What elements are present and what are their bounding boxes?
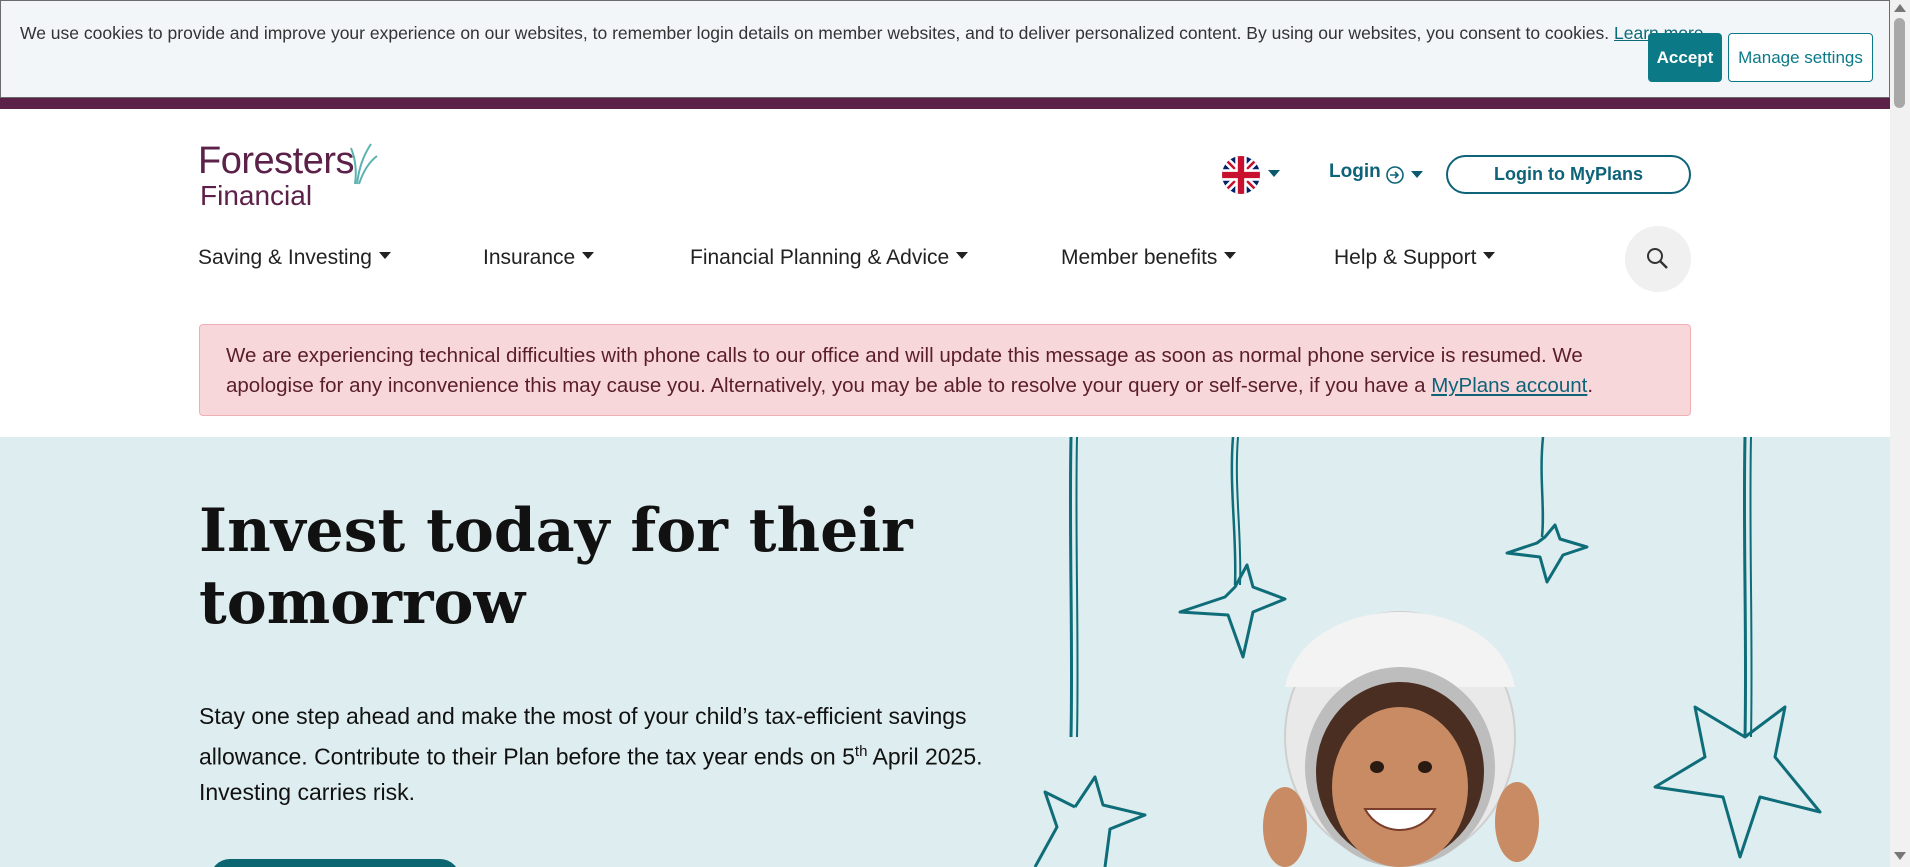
hero-section: Invest today for their tomorrow Stay one… [0, 437, 1890, 867]
chevron-down-icon [956, 251, 969, 259]
search-icon [1647, 248, 1668, 269]
hero-desc-sup: th [854, 743, 868, 760]
chevron-down-icon [1483, 251, 1496, 259]
brand-bar [0, 98, 1890, 109]
hero-astronaut-illustration [1033, 437, 1822, 867]
logo-text-foresters: Foresters [198, 140, 354, 182]
nav-financial-planning[interactable]: Financial Planning & Advice [690, 246, 969, 270]
nav-label: Member benefits [1061, 246, 1218, 269]
nav-insurance[interactable]: Insurance [483, 246, 595, 270]
page: We use cookies to provide and improve yo… [0, 0, 1890, 867]
accept-cookies-button[interactable]: Accept [1648, 33, 1722, 82]
foresters-logo[interactable]: Foresters Financial [198, 140, 393, 215]
chevron-down-icon[interactable] [1268, 170, 1280, 177]
nav-label: Insurance [483, 246, 576, 269]
nav-help-support[interactable]: Help & Support [1334, 246, 1496, 270]
service-alert: We are experiencing technical difficulti… [199, 324, 1691, 416]
myplans-account-link[interactable]: MyPlans account [1431, 374, 1587, 397]
chevron-down-icon [1224, 251, 1237, 259]
hero-cta-button[interactable] [210, 859, 460, 867]
hero-title: Invest today for their tomorrow [199, 496, 913, 638]
chevron-down-icon [378, 251, 391, 259]
login-myplans-button[interactable]: Login to MyPlans [1446, 155, 1691, 194]
hero-desc-part1: Stay one step ahead and make the most of… [199, 703, 967, 770]
alert-text: We are experiencing technical difficulti… [226, 341, 1666, 401]
scroll-down-arrow-icon[interactable] [1894, 852, 1906, 860]
alert-message: We are experiencing technical difficulti… [226, 344, 1583, 397]
alert-period: . [1587, 374, 1594, 397]
logo-text-financial: Financial [200, 180, 313, 211]
nav-label: Financial Planning & Advice [690, 246, 950, 269]
uk-flag-icon[interactable] [1222, 156, 1260, 194]
scroll-thumb[interactable] [1894, 18, 1905, 108]
cookie-message: We use cookies to provide and improve yo… [20, 23, 1610, 43]
nav-member-benefits[interactable]: Member benefits [1061, 246, 1237, 270]
cookie-text: We use cookies to provide and improve yo… [20, 23, 1708, 44]
chevron-down-icon [582, 251, 595, 259]
login-menu[interactable]: Login [1329, 161, 1381, 183]
hero-description: Stay one step ahead and make the most of… [199, 699, 1029, 810]
login-icon[interactable] [1384, 164, 1406, 186]
chevron-down-icon[interactable] [1411, 171, 1423, 178]
nav-label: Saving & Investing [198, 246, 372, 269]
sprout-icon [350, 143, 378, 185]
search-button[interactable] [1625, 226, 1691, 292]
cookie-banner: We use cookies to provide and improve yo… [0, 0, 1890, 98]
scroll-up-arrow-icon[interactable] [1894, 4, 1906, 12]
page-scrollbar[interactable] [1890, 0, 1910, 867]
manage-settings-button[interactable]: Manage settings [1728, 33, 1873, 82]
nav-saving-investing[interactable]: Saving & Investing [198, 246, 391, 270]
nav-label: Help & Support [1334, 246, 1477, 269]
